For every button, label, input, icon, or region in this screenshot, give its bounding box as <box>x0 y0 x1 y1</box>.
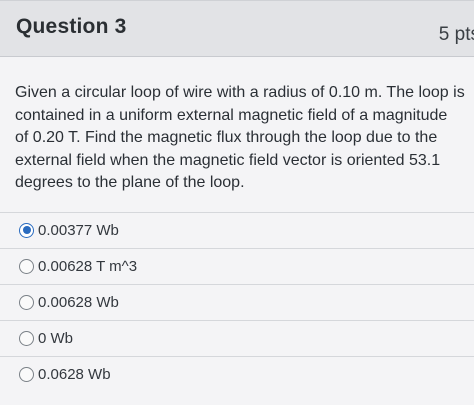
answer-list: 0.00377 Wb 0.00628 T m^3 0.00628 Wb 0 Wb… <box>0 212 474 392</box>
answer-option[interactable]: 0.00628 T m^3 <box>0 248 474 284</box>
answer-label[interactable]: 0 Wb <box>38 329 73 349</box>
radio-button[interactable] <box>19 366 34 382</box>
radio-button-selected[interactable] <box>19 222 34 238</box>
answer-label[interactable]: 0.00377 Wb <box>38 221 119 241</box>
answer-option[interactable]: 0.00628 Wb <box>0 284 474 320</box>
radio-button[interactable] <box>19 258 34 274</box>
question-text: Given a circular loop of wire with a rad… <box>15 84 465 191</box>
radio-button[interactable] <box>19 294 34 310</box>
answer-label[interactable]: 0.00628 Wb <box>38 293 119 313</box>
question-title: Question 3 <box>16 15 127 38</box>
question-points: 5 pts <box>438 24 474 45</box>
quiz-question-card: Question 3 5 pts Given a circular loop o… <box>0 0 474 405</box>
answer-option[interactable]: 0.00377 Wb <box>0 212 474 248</box>
answer-label[interactable]: 0.00628 T m^3 <box>38 257 137 277</box>
answer-option[interactable]: 0 Wb <box>0 320 474 356</box>
answer-label[interactable]: 0.0628 Wb <box>38 365 111 385</box>
radio-button[interactable] <box>19 330 34 346</box>
answer-option[interactable]: 0.0628 Wb <box>0 356 474 392</box>
question-header: Question 3 5 pts <box>0 0 474 57</box>
